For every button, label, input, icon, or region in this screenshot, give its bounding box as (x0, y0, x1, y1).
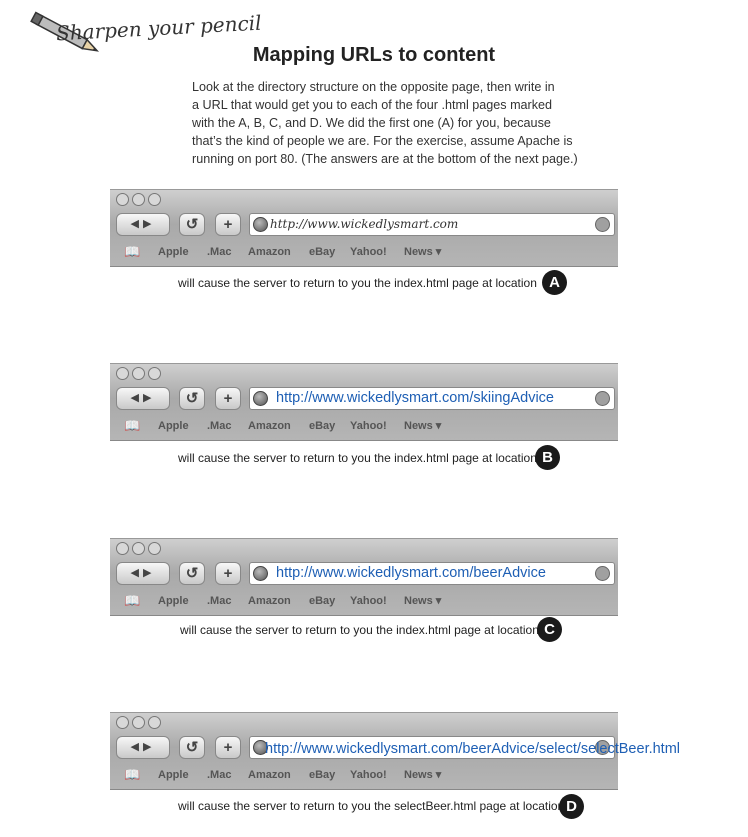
book-icon[interactable]: 📖 (124, 590, 140, 612)
location-badge-c: C (537, 617, 562, 642)
window-controls[interactable] (116, 193, 164, 211)
reload-button[interactable]: ↺ (179, 387, 205, 410)
add-bookmark-button[interactable]: + (215, 213, 241, 236)
plus-icon: + (223, 565, 233, 582)
instruction-line: Look at the directory structure on the o… (192, 80, 555, 94)
go-icon[interactable] (595, 217, 610, 232)
go-icon[interactable] (595, 566, 610, 581)
back-forward-buttons[interactable]: ◀▶ (116, 736, 170, 759)
add-bookmark-button[interactable]: + (215, 387, 241, 410)
bookmark-news[interactable]: News ▾ (404, 764, 441, 786)
plus-icon: + (223, 390, 233, 407)
url-text-d: http://www.wickedlysmart.com/beerAdvice/… (265, 741, 681, 757)
bookmark-yahoo[interactable]: Yahoo! (350, 241, 387, 263)
back-forward-buttons[interactable]: ◀▶ (116, 213, 170, 236)
bookmark-apple[interactable]: Apple (158, 241, 189, 263)
bookmark-apple[interactable]: Apple (158, 590, 189, 612)
instruction-line: a URL that would get you to each of the … (192, 98, 553, 112)
instruction-line: running on port 80. (The answers are at … (192, 152, 578, 166)
add-bookmark-button[interactable]: + (215, 562, 241, 585)
location-badge-b: B (535, 445, 560, 470)
caption-c: will cause the server to return to you t… (180, 623, 539, 637)
browser-window-c: ◀▶ ↺ + http://www.wickedlysmart.com/beer… (110, 538, 618, 616)
bookmark-ebay[interactable]: eBay (309, 764, 335, 786)
location-badge-a: A (542, 270, 567, 295)
address-bar[interactable]: http://www.wickedlysmart.com/beerAdvice (249, 562, 615, 585)
browser-window-b: ◀▶ ↺ + http://www.wickedlysmart.com/skii… (110, 363, 618, 441)
back-forward-buttons[interactable]: ◀▶ (116, 387, 170, 410)
bookmark-news[interactable]: News ▾ (404, 241, 441, 263)
caption-a: will cause the server to return to you t… (178, 276, 537, 290)
back-forward-buttons[interactable]: ◀▶ (116, 562, 170, 585)
bookmark-mac[interactable]: .Mac (207, 415, 231, 437)
reload-icon: ↺ (185, 565, 199, 582)
bookmarks-bar: 📖 Apple .Mac Amazon eBay Yahoo! News ▾ (110, 241, 618, 263)
bookmark-mac[interactable]: .Mac (207, 241, 231, 263)
browser-window-a: ◀▶ ↺ + http://www.wickedlysmart.com 📖 Ap… (110, 189, 618, 267)
address-bar[interactable]: http://www.wickedlysmart.com/skiingAdvic… (249, 387, 615, 410)
reload-icon: ↺ (185, 739, 199, 756)
bookmarks-bar: 📖 Apple .Mac Amazon eBay Yahoo! News ▾ (110, 764, 618, 786)
bookmark-amazon[interactable]: Amazon (248, 241, 291, 263)
bookmark-yahoo[interactable]: Yahoo! (350, 590, 387, 612)
plus-icon: + (223, 739, 233, 756)
reload-icon: ↺ (185, 390, 199, 407)
url-text: http://www.wickedlysmart.com/skiingAdvic… (276, 390, 554, 406)
bookmark-news[interactable]: News ▾ (404, 590, 441, 612)
reload-button[interactable]: ↺ (179, 213, 205, 236)
bookmark-ebay[interactable]: eBay (309, 241, 335, 263)
bookmarks-bar: 📖 Apple .Mac Amazon eBay Yahoo! News ▾ (110, 590, 618, 612)
book-icon[interactable]: 📖 (124, 241, 140, 263)
address-bar[interactable]: http://www.wickedlysmart.com (249, 213, 615, 236)
caption-d: will cause the server to return to you t… (178, 799, 565, 813)
page-title: Mapping URLs to content (252, 44, 496, 66)
globe-icon (253, 217, 268, 232)
caption-b: will cause the server to return to you t… (178, 451, 537, 465)
bookmarks-bar: 📖 Apple .Mac Amazon eBay Yahoo! News ▾ (110, 415, 618, 437)
location-badge-d: D (559, 794, 584, 819)
bookmark-yahoo[interactable]: Yahoo! (350, 415, 387, 437)
bookmark-apple[interactable]: Apple (158, 415, 189, 437)
instruction-line: with the A, B, C, and D. We did the firs… (192, 116, 551, 130)
window-controls[interactable] (116, 716, 164, 734)
bookmark-apple[interactable]: Apple (158, 764, 189, 786)
book-icon[interactable]: 📖 (124, 415, 140, 437)
bookmark-news[interactable]: News ▾ (404, 415, 441, 437)
bookmark-amazon[interactable]: Amazon (248, 415, 291, 437)
window-controls[interactable] (116, 367, 164, 385)
bookmark-ebay[interactable]: eBay (309, 590, 335, 612)
bookmark-ebay[interactable]: eBay (309, 415, 335, 437)
reload-icon: ↺ (185, 216, 199, 233)
instruction-line: that’s the kind of people we are. For th… (192, 134, 573, 148)
globe-icon (253, 391, 268, 406)
reload-button[interactable]: ↺ (179, 562, 205, 585)
window-controls[interactable] (116, 542, 164, 560)
bookmark-yahoo[interactable]: Yahoo! (350, 764, 387, 786)
url-text: http://www.wickedlysmart.com (270, 217, 459, 231)
bookmark-mac[interactable]: .Mac (207, 764, 231, 786)
instructions-text: Look at the directory structure on the o… (192, 78, 582, 168)
plus-icon: + (223, 216, 233, 233)
go-icon[interactable] (595, 391, 610, 406)
book-icon[interactable]: 📖 (124, 764, 140, 786)
reload-button[interactable]: ↺ (179, 736, 205, 759)
url-text: http://www.wickedlysmart.com/beerAdvice (276, 565, 546, 581)
bookmark-amazon[interactable]: Amazon (248, 764, 291, 786)
bookmark-mac[interactable]: .Mac (207, 590, 231, 612)
add-bookmark-button[interactable]: + (215, 736, 241, 759)
globe-icon (253, 566, 268, 581)
bookmark-amazon[interactable]: Amazon (248, 590, 291, 612)
